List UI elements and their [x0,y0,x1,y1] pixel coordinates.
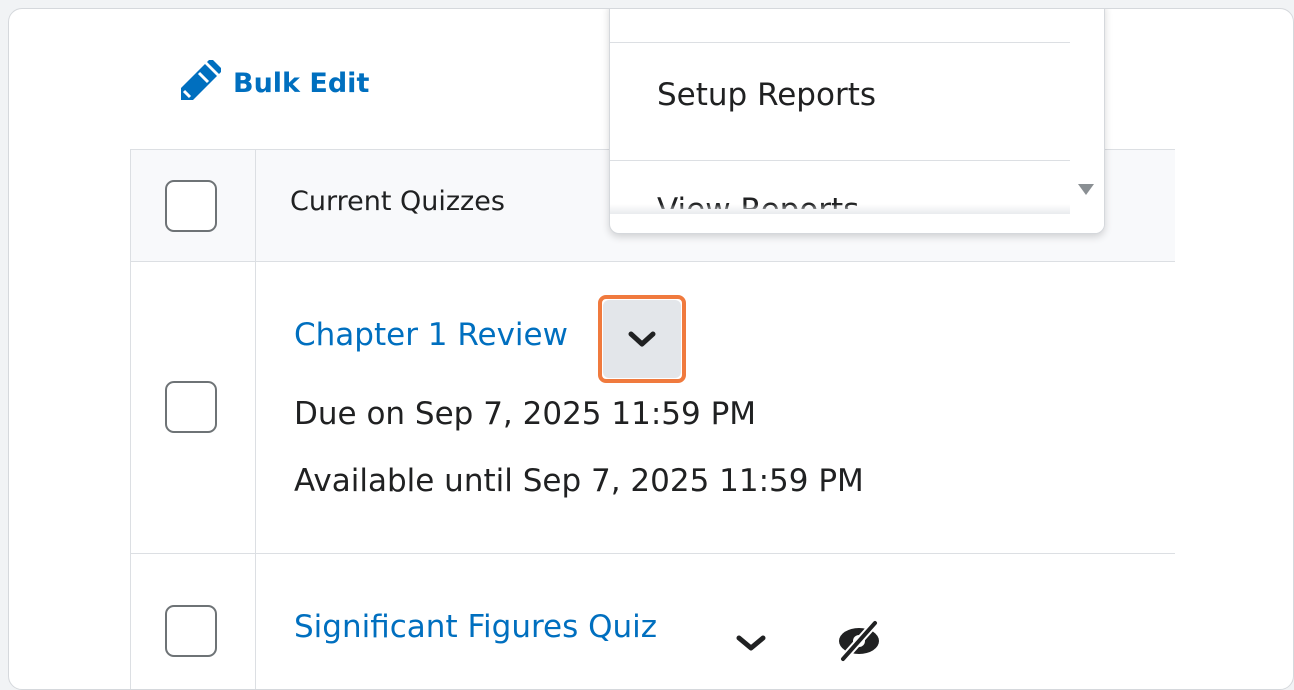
chevron-down-icon [628,331,656,347]
menu-item-setup-reports[interactable]: Setup Reports [657,77,876,113]
select-all-checkbox[interactable] [165,180,217,232]
column-header-current-quizzes: Current Quizzes [290,186,505,217]
quiz-link-significant-figures-quiz[interactable]: Significant Figures Quiz [294,609,657,645]
column-divider [255,150,256,689]
quiz-link-chapter-1-review[interactable]: Chapter 1 Review [294,317,568,353]
app-frame: Bulk Edit Current Quizzes Chapter 1 Revi… [8,8,1294,690]
pencil-icon [175,60,221,106]
quiz-actions-button-bg [603,300,681,378]
menu-scrollbar[interactable] [1070,9,1104,233]
menu-separator [610,160,1070,161]
quiz-actions-button[interactable] [598,295,686,383]
row-divider [131,261,1175,262]
row-checkbox-significant-figures-quiz[interactable] [165,605,217,657]
row-checkbox-chapter-1-review[interactable] [165,381,217,433]
bulk-edit-label: Bulk Edit [233,67,370,99]
menu-separator [610,42,1070,43]
chevron-down-icon[interactable] [734,632,768,654]
menu-scroll-fade [610,204,1070,214]
row-divider [131,553,1175,554]
quiz-availability: Available until Sep 7, 2025 11:59 PM [294,463,864,499]
eye-slash-icon[interactable] [835,619,883,663]
bulk-edit-button[interactable]: Bulk Edit [175,60,370,106]
quiz-actions-dropdown: Setup Reports View Reports [609,9,1105,234]
quiz-due-date: Due on Sep 7, 2025 11:59 PM [294,396,757,432]
scroll-down-arrow-icon[interactable] [1078,184,1094,195]
